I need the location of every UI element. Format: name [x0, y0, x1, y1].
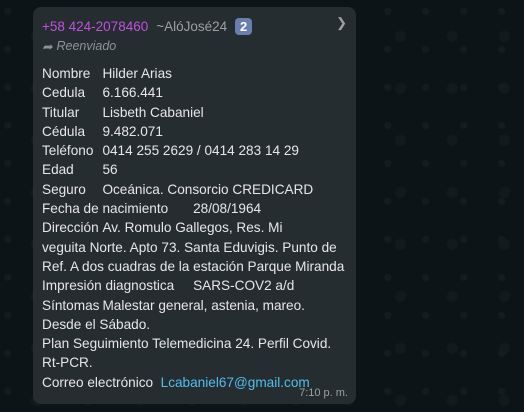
text-line: Nombre Hilder Arias [42, 66, 172, 81]
keycap-2-emoji: 2 [235, 17, 253, 35]
sender-phone[interactable]: +58 424-2078460 [42, 19, 148, 34]
text-line: Titular Lisbeth Cabaniel [42, 104, 204, 120]
text-line: veguita Norte. Apto 73. Santa Eduvigis. … [42, 239, 337, 255]
text-line: Desde el Sábado. [42, 316, 151, 332]
message-text: Nombre Hilder Arias Cedula 6.166.441 Titul… [42, 64, 348, 392]
text-line: Rt-PCR. [42, 355, 93, 371]
sender-alias: ~AlóJosé24 [156, 18, 228, 34]
forwarded-indicator: ➦ Reenviado [42, 37, 348, 55]
email-link[interactable]: Lcabaniel67@gmail.com [161, 375, 310, 390]
text-line: Impresión diagnostica SARS-COV2 a/d [42, 278, 295, 294]
text-line: Cedula 6.166.441 [42, 85, 163, 101]
chevron-down-icon[interactable]: ❯ [336, 15, 347, 31]
text-line: Seguro Oceánica. Consorcio CREDICARD [42, 181, 314, 197]
message-bubble[interactable]: +58 424-2078460 ~AlóJosé24 2 ❯ ➦ Reenvia… [33, 7, 356, 404]
text-line: Ref. A dos cuadras de la estación Parque… [42, 258, 345, 274]
forward-arrow-icon: ➦ [42, 39, 53, 54]
email-label: Correo electrónico [42, 374, 154, 390]
forwarded-label: Reenviado [56, 39, 117, 53]
text-line: Teléfono 0414 255 2629 / 0414 283 14 29 [42, 143, 299, 159]
text-line: Edad 56 [42, 162, 118, 178]
text-line: Cédula 9.482.071 [42, 123, 163, 139]
message-header: +58 424-2078460 ~AlóJosé24 2 [42, 17, 348, 35]
text-line: Dirección Av. Romulo Gallegos, Res. Mi [42, 220, 283, 236]
message-time: 7:10 p. m. [299, 387, 348, 399]
text-line: Plan Seguimiento Telemedicina 24. Perfil… [42, 336, 332, 352]
text-line: Síntomas Malestar general, astenia, mare… [42, 297, 305, 313]
text-line: Fecha de nacimiento 28/08/1964 [42, 201, 262, 217]
